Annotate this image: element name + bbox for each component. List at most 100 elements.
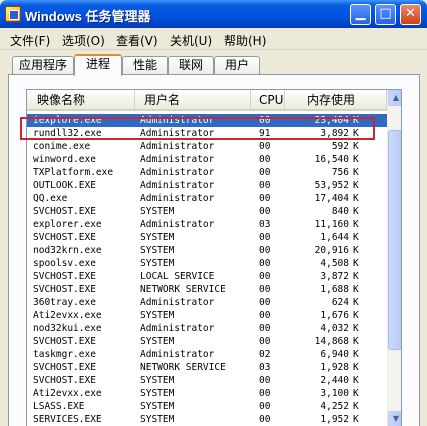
process-cpu: 00 bbox=[259, 336, 271, 347]
process-memory: 3,872 bbox=[320, 271, 349, 282]
table-row[interactable]: 360tray.exe Administrator 00 624 K bbox=[27, 296, 387, 309]
tab-processes[interactable]: 进程 bbox=[74, 54, 122, 76]
process-name: QQ.exe bbox=[33, 193, 68, 204]
process-rows: iexplore.exe Administrator 00 23,404 Krundll… bbox=[27, 114, 387, 426]
column-memory[interactable]: 内存使用 bbox=[285, 90, 387, 111]
process-cpu: 00 bbox=[259, 414, 271, 425]
process-memory-unit: K bbox=[353, 297, 359, 308]
vertical-scrollbar[interactable]: ▲ ▼ bbox=[387, 90, 401, 426]
process-cpu: 91 bbox=[259, 128, 271, 139]
process-name: explorer.exe bbox=[33, 219, 102, 230]
menu-view[interactable]: 查看(V) bbox=[116, 32, 158, 49]
scroll-up-button[interactable]: ▲ bbox=[388, 90, 401, 106]
column-image-name[interactable]: 映像名称 bbox=[27, 90, 135, 111]
process-name: SVCHOST.EXE bbox=[33, 284, 96, 295]
tab-networking[interactable]: 联网 bbox=[168, 56, 214, 75]
maximize-icon: □ bbox=[379, 6, 392, 21]
table-row[interactable]: SVCHOST.EXE SYSTEM 00 2,440 K bbox=[27, 374, 387, 387]
table-row[interactable]: SVCHOST.EXE SYSTEM 00 840 K bbox=[27, 205, 387, 218]
menu-file[interactable]: 文件(F) bbox=[10, 32, 50, 49]
table-row[interactable]: explorer.exe Administrator 03 11,160 K bbox=[27, 218, 387, 231]
process-memory: 2,440 bbox=[320, 375, 349, 386]
process-cpu: 00 bbox=[259, 401, 271, 412]
minimize-button[interactable]: ▁ bbox=[350, 4, 371, 25]
process-user: Administrator bbox=[140, 128, 215, 139]
process-name: Ati2evxx.exe bbox=[33, 388, 102, 399]
table-row[interactable]: SVCHOST.EXE NETWORK SERVICE 03 1,928 K bbox=[27, 361, 387, 374]
list-header: 映像名称 用户名 CPU 内存使用 bbox=[27, 90, 387, 111]
process-user: Administrator bbox=[140, 115, 215, 126]
process-memory-unit: K bbox=[353, 245, 359, 256]
table-row[interactable]: QQ.exe Administrator 00 17,404 K bbox=[27, 192, 387, 205]
column-cpu[interactable]: CPU bbox=[251, 90, 285, 111]
process-user: Administrator bbox=[140, 349, 215, 360]
scroll-thumb[interactable] bbox=[388, 130, 401, 350]
column-user-name[interactable]: 用户名 bbox=[135, 90, 251, 111]
process-user: Administrator bbox=[140, 219, 215, 230]
table-row[interactable]: SVCHOST.EXE LOCAL SERVICE 00 3,872 K bbox=[27, 270, 387, 283]
title-bar[interactable]: Windows 任务管理器 ▁ □ ✕ bbox=[0, 0, 427, 28]
process-cpu: 00 bbox=[259, 154, 271, 165]
process-memory: 1,644 bbox=[320, 232, 349, 243]
process-memory: 840 bbox=[331, 206, 349, 217]
process-memory-unit: K bbox=[353, 154, 359, 165]
table-row[interactable]: spoolsv.exe SYSTEM 00 4,508 K bbox=[27, 257, 387, 270]
maximize-button[interactable]: □ bbox=[375, 4, 396, 25]
tab-performance[interactable]: 性能 bbox=[122, 56, 168, 75]
table-row[interactable]: nod32krn.exe SYSTEM 00 20,916 K bbox=[27, 244, 387, 257]
close-button[interactable]: ✕ bbox=[400, 4, 421, 25]
process-memory-unit: K bbox=[353, 115, 359, 126]
menu-options[interactable]: 选项(O) bbox=[62, 32, 105, 49]
tab-users[interactable]: 用户 bbox=[214, 56, 260, 75]
process-user: SYSTEM bbox=[140, 336, 175, 347]
table-row[interactable]: winword.exe Administrator 00 16,540 K bbox=[27, 153, 387, 166]
process-memory-unit: K bbox=[353, 141, 359, 152]
table-row[interactable]: TXPlatform.exe Administrator 00 756 K bbox=[27, 166, 387, 179]
table-row[interactable]: SERVICES.EXE SYSTEM 00 1,952 K bbox=[27, 413, 387, 426]
process-cpu: 00 bbox=[259, 375, 271, 386]
process-name: SVCHOST.EXE bbox=[33, 362, 96, 373]
table-row[interactable]: nod32kui.exe Administrator 00 4,032 K bbox=[27, 322, 387, 335]
process-memory: 756 bbox=[331, 167, 349, 178]
table-row[interactable]: taskmgr.exe Administrator 02 6,940 K bbox=[27, 348, 387, 361]
process-name: winword.exe bbox=[33, 154, 96, 165]
table-row[interactable]: rundll32.exe Administrator 91 3,892 K bbox=[27, 127, 387, 140]
process-memory-unit: K bbox=[353, 232, 359, 243]
process-memory: 1,676 bbox=[320, 310, 349, 321]
close-icon: ✕ bbox=[405, 6, 416, 21]
tab-strip: 应用程序 进程 性能 联网 用户 bbox=[8, 54, 427, 76]
scroll-down-button[interactable]: ▼ bbox=[388, 411, 401, 426]
process-user: SYSTEM bbox=[140, 206, 175, 217]
process-memory: 6,940 bbox=[320, 349, 349, 360]
process-user: SYSTEM bbox=[140, 401, 175, 412]
process-user: SYSTEM bbox=[140, 375, 175, 386]
process-cpu: 00 bbox=[259, 180, 271, 191]
process-cpu: 00 bbox=[259, 206, 271, 217]
table-row[interactable]: Ati2evxx.exe SYSTEM 00 3,100 K bbox=[27, 387, 387, 400]
table-row[interactable]: Ati2evxx.exe SYSTEM 00 1,676 K bbox=[27, 309, 387, 322]
table-row[interactable]: LSASS.EXE SYSTEM 00 4,252 K bbox=[27, 400, 387, 413]
process-name: Ati2evxx.exe bbox=[33, 310, 102, 321]
process-memory: 3,892 bbox=[320, 128, 349, 139]
process-name: SVCHOST.EXE bbox=[33, 232, 96, 243]
table-row[interactable]: SVCHOST.EXE SYSTEM 00 14,868 K bbox=[27, 335, 387, 348]
table-row[interactable]: SVCHOST.EXE NETWORK SERVICE 00 1,688 K bbox=[27, 283, 387, 296]
process-name: SVCHOST.EXE bbox=[33, 375, 96, 386]
process-list[interactable]: 映像名称 用户名 CPU 内存使用 iexplore.exe Administra… bbox=[26, 89, 402, 426]
process-cpu: 00 bbox=[259, 323, 271, 334]
menu-help[interactable]: 帮助(H) bbox=[224, 32, 266, 49]
table-row[interactable]: conime.exe Administrator 00 592 K bbox=[27, 140, 387, 153]
tab-applications[interactable]: 应用程序 bbox=[12, 56, 74, 75]
process-user: LOCAL SERVICE bbox=[140, 271, 215, 282]
process-name: 360tray.exe bbox=[33, 297, 96, 308]
menu-shutdown[interactable]: 关机(U) bbox=[170, 32, 212, 49]
table-row[interactable]: OUTLOOK.EXE Administrator 00 53,952 K bbox=[27, 179, 387, 192]
process-memory-unit: K bbox=[353, 375, 359, 386]
table-row[interactable]: iexplore.exe Administrator 00 23,404 K bbox=[27, 114, 387, 127]
process-user: Administrator bbox=[140, 141, 215, 152]
process-memory: 14,868 bbox=[314, 336, 349, 347]
process-name: OUTLOOK.EXE bbox=[33, 180, 96, 191]
table-row[interactable]: SVCHOST.EXE SYSTEM 00 1,644 K bbox=[27, 231, 387, 244]
process-memory: 4,252 bbox=[320, 401, 349, 412]
process-memory: 624 bbox=[331, 297, 349, 308]
